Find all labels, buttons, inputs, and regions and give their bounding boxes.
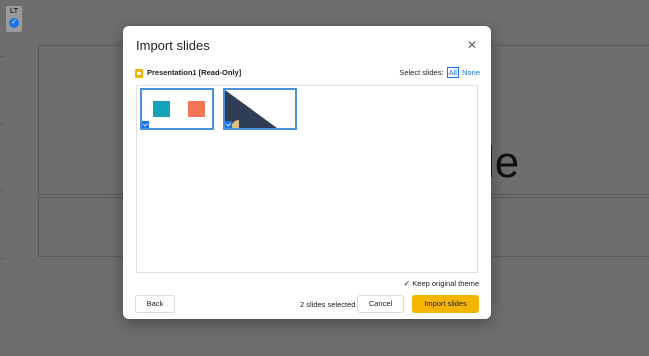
ruler-tick bbox=[1, 190, 4, 191]
dialog-title: Import slides bbox=[136, 38, 210, 53]
back-button[interactable]: Back bbox=[135, 295, 175, 313]
source-row: Presentation1 [Read-Only] Select slides:… bbox=[135, 67, 480, 82]
background-toolbar: LT ✓ bbox=[6, 6, 22, 32]
slide-thumbnail-1[interactable] bbox=[140, 88, 214, 130]
select-all-link[interactable]: All bbox=[446, 67, 459, 78]
ruler-tick bbox=[1, 124, 4, 125]
selected-count-text: 2 slides selected bbox=[300, 300, 356, 309]
ruler-tick bbox=[1, 56, 4, 57]
select-slides-label: Select slides: bbox=[399, 68, 444, 77]
select-slides-group: Select slides: All None bbox=[399, 67, 480, 78]
cancel-button[interactable]: Cancel bbox=[357, 295, 404, 313]
select-none-link[interactable]: None bbox=[462, 68, 480, 77]
slides-file-icon bbox=[135, 69, 143, 78]
close-icon[interactable]: ✕ bbox=[465, 38, 479, 52]
teal-square-shape bbox=[153, 101, 170, 117]
triangle-shape bbox=[225, 90, 277, 128]
source-presentation-name: Presentation1 [Read-Only] bbox=[147, 68, 242, 77]
import-slides-button[interactable]: Import slides bbox=[412, 295, 479, 313]
ruler-tick bbox=[1, 258, 4, 259]
background-check-icon: ✓ bbox=[9, 18, 19, 28]
import-slides-dialog: Import slides ✕ Presentation1 [Read-Only… bbox=[123, 26, 491, 319]
selected-check-icon bbox=[142, 121, 149, 128]
slide-thumbnail-2[interactable] bbox=[223, 88, 297, 130]
keep-theme-toggle[interactable]: ✓ Keep original theme bbox=[404, 279, 479, 288]
selected-check-icon bbox=[225, 121, 232, 128]
coral-square-shape bbox=[188, 101, 205, 117]
keep-theme-label: Keep original theme bbox=[412, 279, 479, 288]
checkmark-icon: ✓ bbox=[403, 279, 411, 288]
vertical-ruler bbox=[0, 40, 6, 356]
background-toolbar-label: LT bbox=[10, 8, 19, 15]
slide-thumbnails-area bbox=[136, 85, 478, 273]
